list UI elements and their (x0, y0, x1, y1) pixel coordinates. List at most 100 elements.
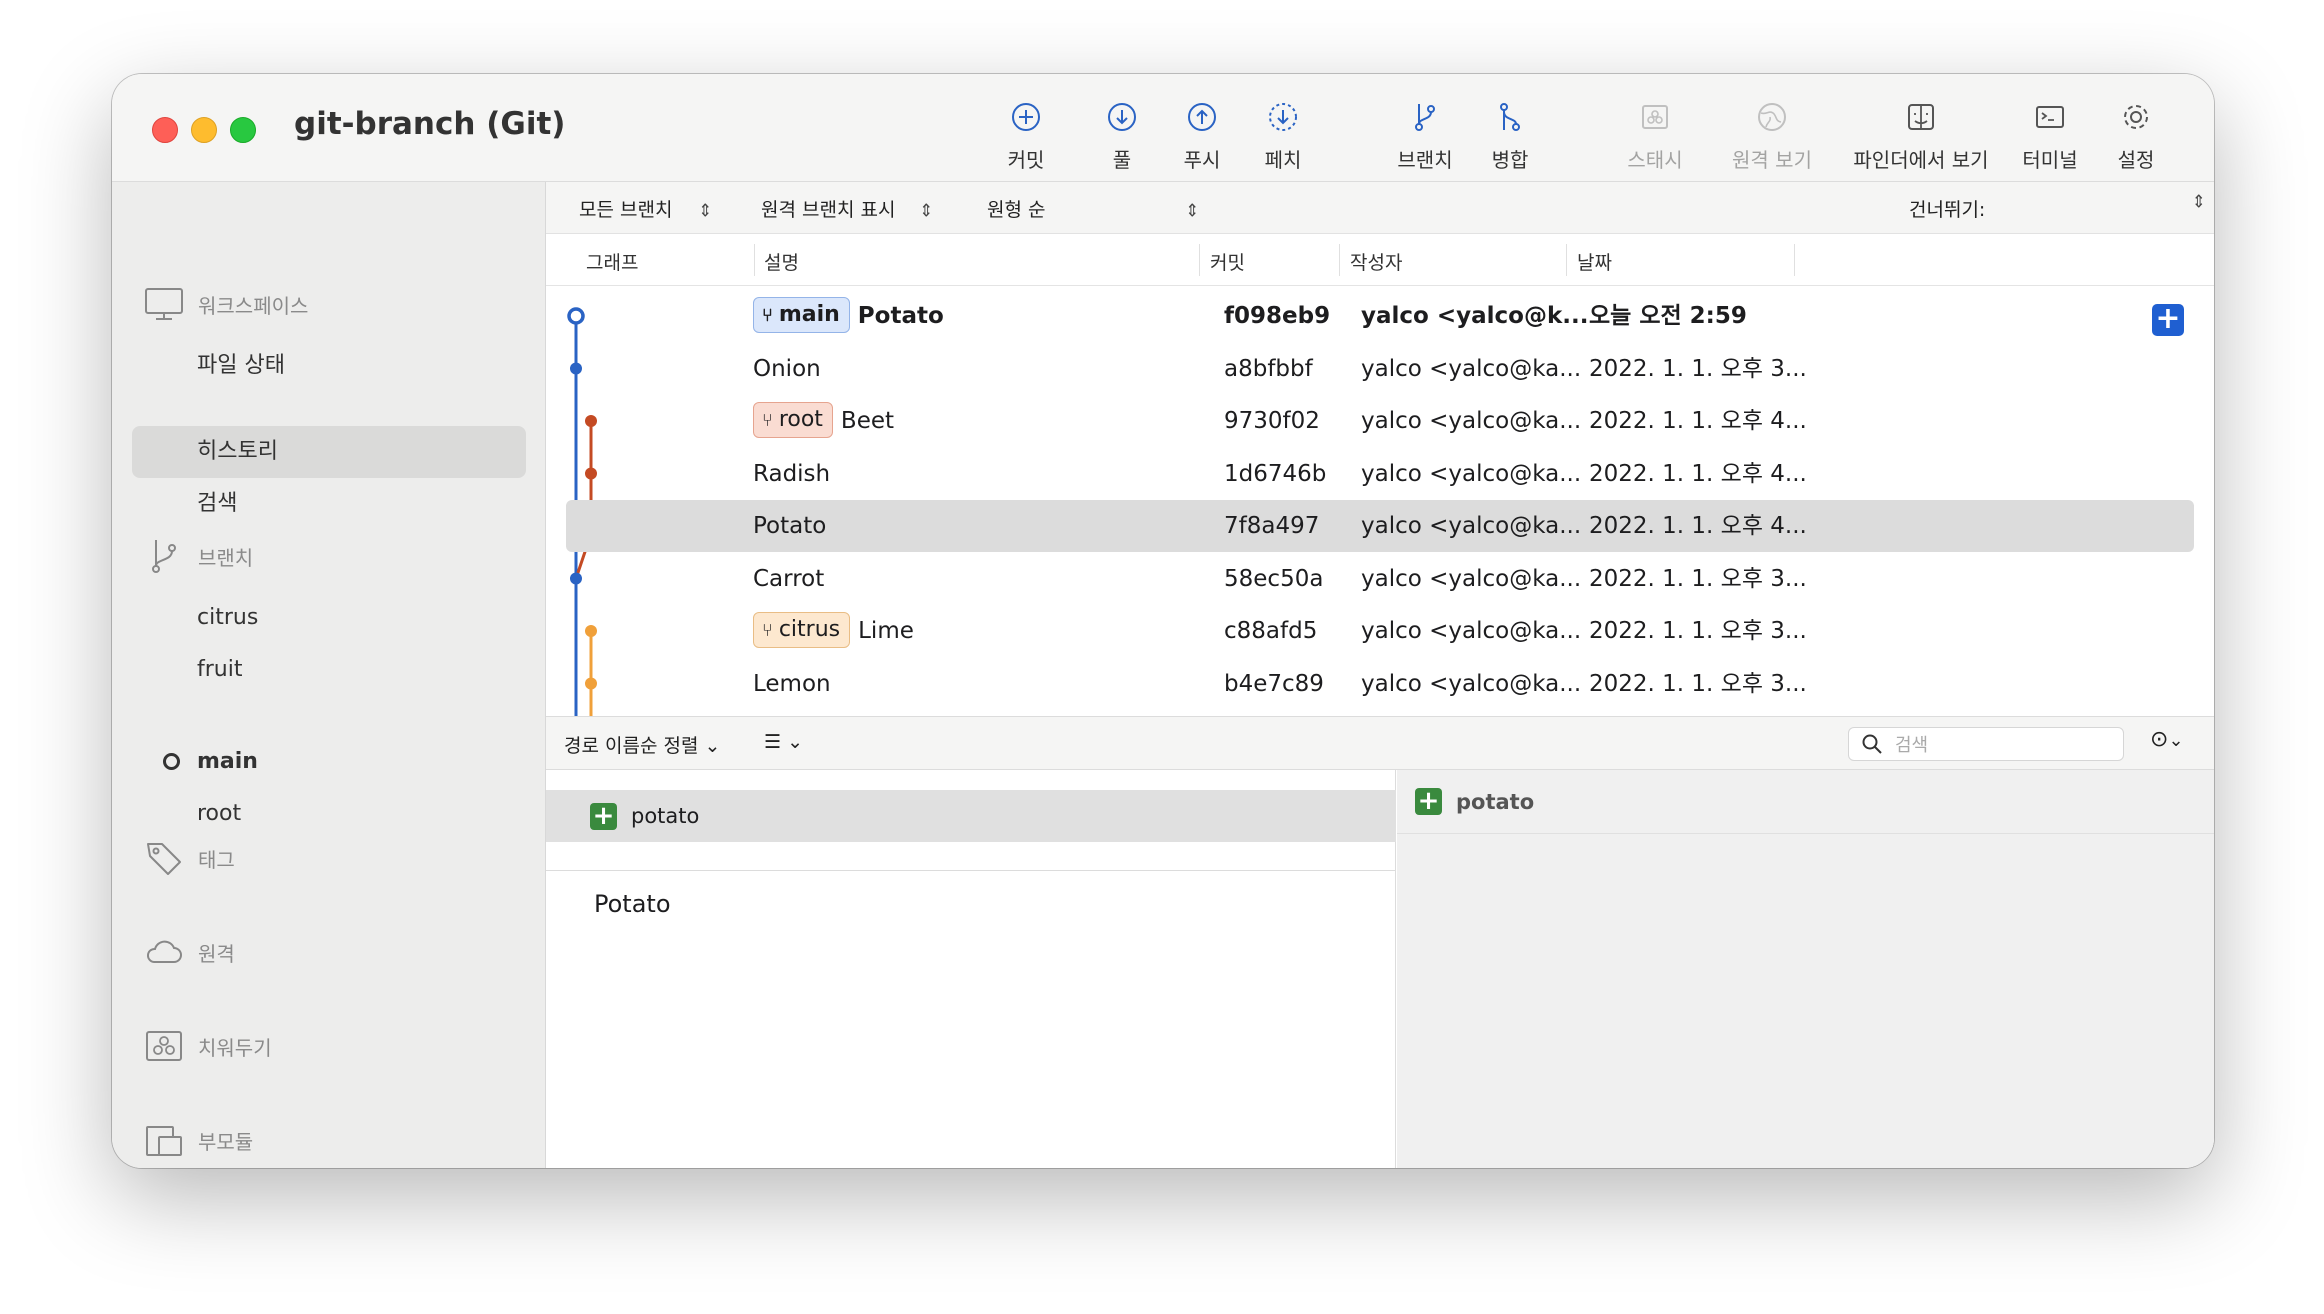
titlebar: git-branch (Git) 커밋 풀 푸시 페치 브랜치 병합 스태시 원… (112, 74, 2214, 182)
branch-name: citrus (778, 617, 841, 642)
commit-author: yalco <yalco@ka... (1361, 460, 1582, 487)
order-select[interactable]: 원형 순 ⇕ (987, 195, 1199, 222)
zoom-window-button[interactable] (230, 117, 256, 143)
sidebar-item-history[interactable]: 히스토리 (197, 434, 278, 470)
remote-view-button[interactable]: 원격 보기 (1707, 100, 1837, 172)
commit-date: 2022. 1. 1. 오후 3... (1589, 565, 1807, 592)
commit-plus-icon (1012, 103, 1040, 131)
divider (546, 870, 1396, 871)
commit-row[interactable]: Radish 1d6746b yalco <yalco@ka... 2022. 1. … (566, 448, 2194, 500)
commit-message-text: Potato (753, 513, 827, 539)
col-commit[interactable]: 커밋 (1210, 248, 1245, 275)
commit-row[interactable]: ⑂ citrus Lime c88afd5 yalco <yalco@ka... 2022… (566, 605, 2194, 657)
col-author[interactable]: 작성자 (1350, 248, 1402, 275)
sidebar-section-branches[interactable]: 브랜치 (144, 534, 253, 578)
push-arrow-up-icon (1188, 103, 1216, 131)
current-branch-indicator (163, 753, 180, 770)
submodule-icon (146, 1126, 182, 1156)
sidebar-section-workspace[interactable]: 워크스페이스 (144, 282, 308, 326)
sidebar-branch-main[interactable]: main (197, 744, 258, 780)
col-description[interactable]: 설명 (764, 248, 799, 275)
list-view-select[interactable]: ☰ ⌄ (764, 731, 803, 753)
globe-icon (1758, 103, 1786, 131)
commit-date: 2022. 1. 1. 오후 4... (1589, 460, 1807, 487)
search-icon (1862, 734, 1882, 754)
chevron-down-icon: ⌄ (787, 731, 804, 753)
commit-row[interactable]: ⑂ main Potato f098eb9 yalco <yalco@k... 오늘 오전… (566, 290, 2194, 342)
commit-hash: b4e7c89 (1224, 670, 1324, 697)
sidebar-branch-fruit[interactable]: fruit (197, 652, 242, 688)
commit-row[interactable]: Onion a8bfbbf yalco <yalco@ka... 2022. 1. 1… (566, 343, 2194, 395)
fetch-dashed-down-icon (1269, 103, 1297, 131)
show-in-finder-button[interactable]: 파인더에서 보기 (1851, 100, 1991, 172)
sidebar: 워크스페이스 파일 상태 히스토리 검색 브랜치 citrus fruit ma… (112, 182, 546, 1168)
sidebar-section-tags[interactable]: 태그 (144, 836, 235, 880)
col-graph[interactable]: 그래프 (586, 248, 638, 275)
commit-date: 2022. 1. 1. 오후 4... (1589, 408, 1807, 434)
pull-arrow-down-icon (1108, 103, 1136, 131)
diff-pane: + potato (1397, 770, 2214, 1168)
commit-row[interactable]: ⑂ root Beet 9730f02 yalco <yalco@ka... 2022. … (566, 395, 2194, 447)
col-divider (1794, 244, 1795, 276)
branch-icon (152, 540, 176, 573)
list-icon: ☰ (764, 731, 782, 753)
col-divider (1199, 244, 1200, 276)
col-divider (754, 244, 755, 276)
sidebar-section-stashes[interactable]: 치워두기 (144, 1024, 272, 1068)
commit-author: yalco <yalco@ka... (1361, 670, 1582, 697)
finder-icon (1908, 104, 1934, 130)
diff-file-header: + potato (1397, 770, 2214, 834)
file-search-field[interactable]: 검색 (1848, 727, 2124, 761)
updown-chevron-icon: ⇕ (2192, 191, 2206, 212)
show-remote-branches-select[interactable]: 원격 브랜치 표시 ⇕ (761, 195, 933, 222)
more-options-button[interactable]: ⊙⌄ (2150, 727, 2184, 752)
minimize-window-button[interactable] (191, 117, 217, 143)
jump-to-select[interactable]: ⇕ (2182, 190, 2205, 212)
settings-button[interactable]: 설정 (2071, 100, 2201, 172)
window-title: git-branch (Git) (294, 106, 566, 142)
commit-hash: 58ec50a (1224, 565, 1324, 592)
sort-by-path-select[interactable]: 경로 이름순 정렬 ⌄ (564, 731, 720, 758)
commit-author: yalco <yalco@ka... (1361, 513, 1582, 539)
commit-hash: 1d6746b (1224, 460, 1327, 487)
add-button[interactable]: + (2152, 304, 2184, 336)
sidebar-item-file-status[interactable]: 파일 상태 (197, 348, 285, 384)
updown-chevron-icon: ⇕ (1185, 200, 1199, 221)
commit-date: 2022. 1. 1. 오후 4... (1589, 513, 1807, 539)
sidebar-section-submodules[interactable]: 부모듈 (144, 1118, 253, 1162)
sidebar-branch-root[interactable]: root (197, 796, 241, 832)
sidebar-item-search[interactable]: 검색 (197, 486, 237, 522)
commit-author: yalco <yalco@ka... (1361, 408, 1582, 434)
sidebar-section-remotes[interactable]: 원격 (144, 930, 235, 974)
branch-icon: ⑂ (762, 620, 773, 641)
cloud-icon (147, 940, 182, 963)
commit-hash: f098eb9 (1224, 303, 1331, 329)
changed-files-pane: + potato Potato (546, 770, 1396, 1168)
commit-row[interactable]: Potato 7f8a497 yalco <yalco@ka... 2022. 1. … (566, 500, 2194, 552)
all-branches-select[interactable]: 모든 브랜치 ⇕ (579, 195, 712, 222)
commit-date: 오늘 오전 2:59 (1589, 303, 1747, 329)
col-date[interactable]: 날짜 (1577, 248, 1612, 275)
jump-to-label: 건너뛰기: (1909, 199, 1986, 221)
close-window-button[interactable] (152, 117, 178, 143)
fetch-button[interactable]: 페치 (1218, 100, 1348, 172)
changed-file-row[interactable]: + potato (546, 790, 1396, 842)
commit-message-text: Lime (858, 618, 914, 644)
commit-hash: c88afd5 (1224, 618, 1318, 644)
sidebar-branch-citrus[interactable]: citrus (197, 600, 258, 636)
merge-button[interactable]: 병합 (1445, 100, 1575, 172)
commit-author: yalco <yalco@ka... (1361, 565, 1582, 592)
stash-button[interactable]: 스태시 (1590, 100, 1720, 172)
branch-icon: ⑂ (762, 305, 773, 326)
column-headers: 그래프 설명 커밋 작성자 날짜 (546, 234, 2214, 286)
commit-message-text: Lemon (753, 670, 831, 697)
ellipsis-circle-icon: ⊙ (2150, 727, 2169, 752)
commit-date: 2022. 1. 1. 오후 3... (1589, 355, 1807, 382)
commit-row[interactable]: Lemon b4e7c89 yalco <yalco@ka... 2022. 1. 1… (566, 658, 2194, 710)
commit-row[interactable]: Carrot 58ec50a yalco <yalco@ka... 2022. 1. … (566, 553, 2194, 605)
commit-hash: 7f8a497 (1224, 513, 1320, 539)
branch-icon: ⑂ (762, 410, 773, 431)
commit-list: ⑂ main Potato f098eb9 yalco <yalco@k... 오늘 오전… (546, 286, 2214, 716)
chevron-down-icon: ⌄ (704, 735, 721, 757)
commit-message-text: Carrot (753, 565, 825, 592)
